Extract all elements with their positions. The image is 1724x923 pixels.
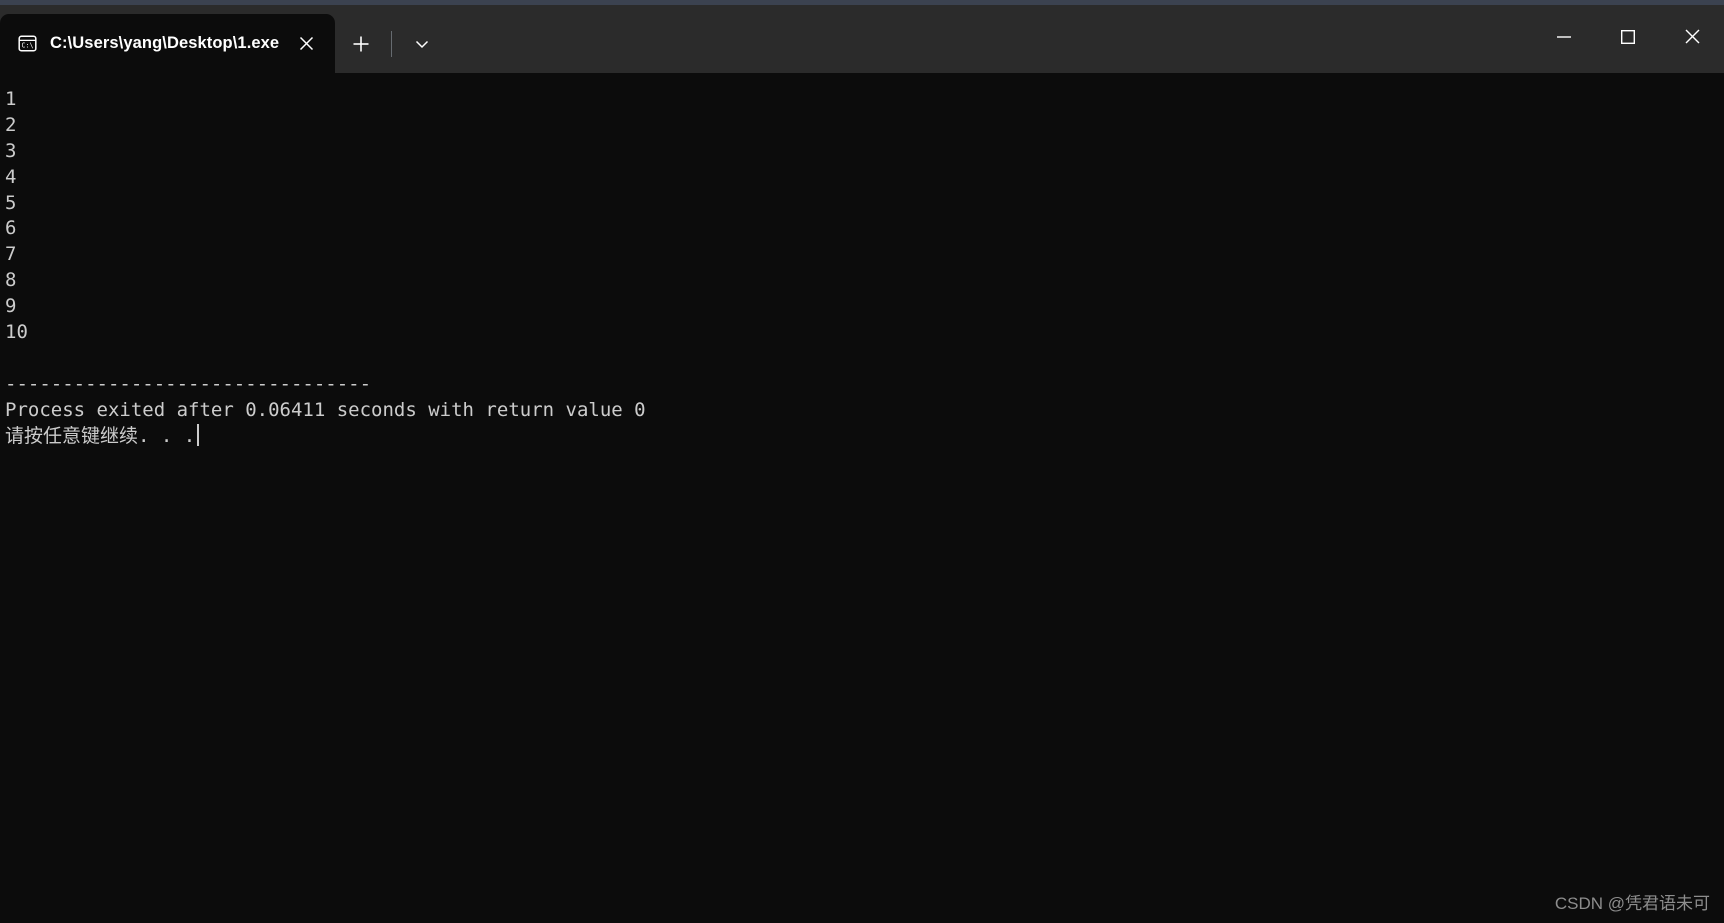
terminal-window: C:\ C:\Users\yang\Desktop\1.exe 1 2 3 4 … bbox=[0, 0, 1724, 923]
plus-icon[interactable] bbox=[341, 24, 381, 64]
text-cursor bbox=[197, 423, 200, 446]
terminal-line: 2 bbox=[5, 113, 17, 136]
maximize-icon[interactable] bbox=[1596, 5, 1660, 68]
close-icon[interactable] bbox=[1660, 5, 1724, 68]
tab-strip: C:\ C:\Users\yang\Desktop\1.exe bbox=[0, 5, 442, 73]
terminal-line: 8 bbox=[5, 269, 17, 292]
new-tab-group bbox=[335, 14, 442, 73]
terminal-prompt-text: 请按任意键继续. . . bbox=[5, 424, 196, 447]
terminal-line: 7 bbox=[5, 243, 17, 266]
terminal-line: 3 bbox=[5, 139, 17, 162]
terminal-line: 4 bbox=[5, 165, 17, 188]
minimize-icon[interactable] bbox=[1532, 5, 1596, 68]
toolbar-divider bbox=[391, 30, 393, 57]
terminal-separator-line: -------------------------------- bbox=[5, 372, 372, 395]
watermark: CSDN @凭君语未可 bbox=[1554, 894, 1710, 913]
terminal-line: 10 bbox=[5, 321, 28, 344]
tab-title: C:\Users\yang\Desktop\1.exe bbox=[50, 34, 280, 52]
chevron-down-icon[interactable] bbox=[402, 24, 442, 64]
terminal-line: 9 bbox=[5, 295, 17, 318]
console-cmd-icon: C:\ bbox=[16, 33, 38, 55]
terminal-line: 5 bbox=[5, 191, 17, 214]
terminal-line: 6 bbox=[5, 217, 17, 240]
tab-active[interactable]: C:\ C:\Users\yang\Desktop\1.exe bbox=[0, 14, 336, 73]
svg-text:C:\: C:\ bbox=[21, 42, 33, 50]
window-controls bbox=[1532, 5, 1724, 68]
terminal-prompt-line: 请按任意键继续. . . bbox=[5, 423, 1724, 450]
title-bar[interactable]: C:\ C:\Users\yang\Desktop\1.exe bbox=[0, 5, 1724, 73]
terminal-line: 1 bbox=[5, 88, 17, 110]
terminal-output[interactable]: 1 2 3 4 5 6 7 8 9 10 -------------------… bbox=[0, 73, 1724, 923]
close-icon[interactable] bbox=[289, 27, 323, 61]
terminal-exit-status-line: Process exited after 0.06411 seconds wit… bbox=[5, 398, 646, 421]
